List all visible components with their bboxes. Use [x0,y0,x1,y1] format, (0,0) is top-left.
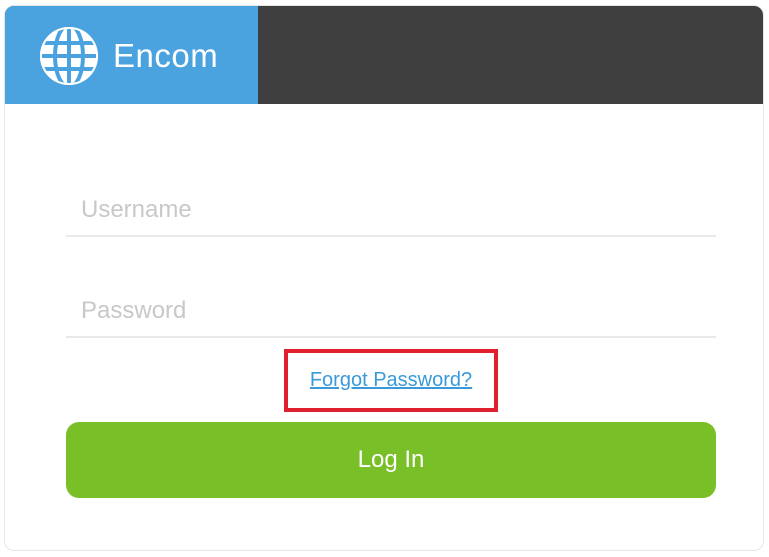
username-input[interactable] [81,193,701,227]
password-input[interactable] [81,294,701,328]
globe-icon [40,27,98,85]
brand-panel: Encom [5,6,258,104]
password-field [66,282,716,338]
username-field [66,181,716,237]
login-window: Encom Forgot Password? Log In [4,5,764,551]
login-button[interactable]: Log In [66,422,716,498]
header-bar: Encom [5,6,763,104]
forgot-password-highlight: Forgot Password? [284,349,498,412]
brand-name: Encom [113,37,219,74]
forgot-password-link[interactable]: Forgot Password? [288,353,494,408]
